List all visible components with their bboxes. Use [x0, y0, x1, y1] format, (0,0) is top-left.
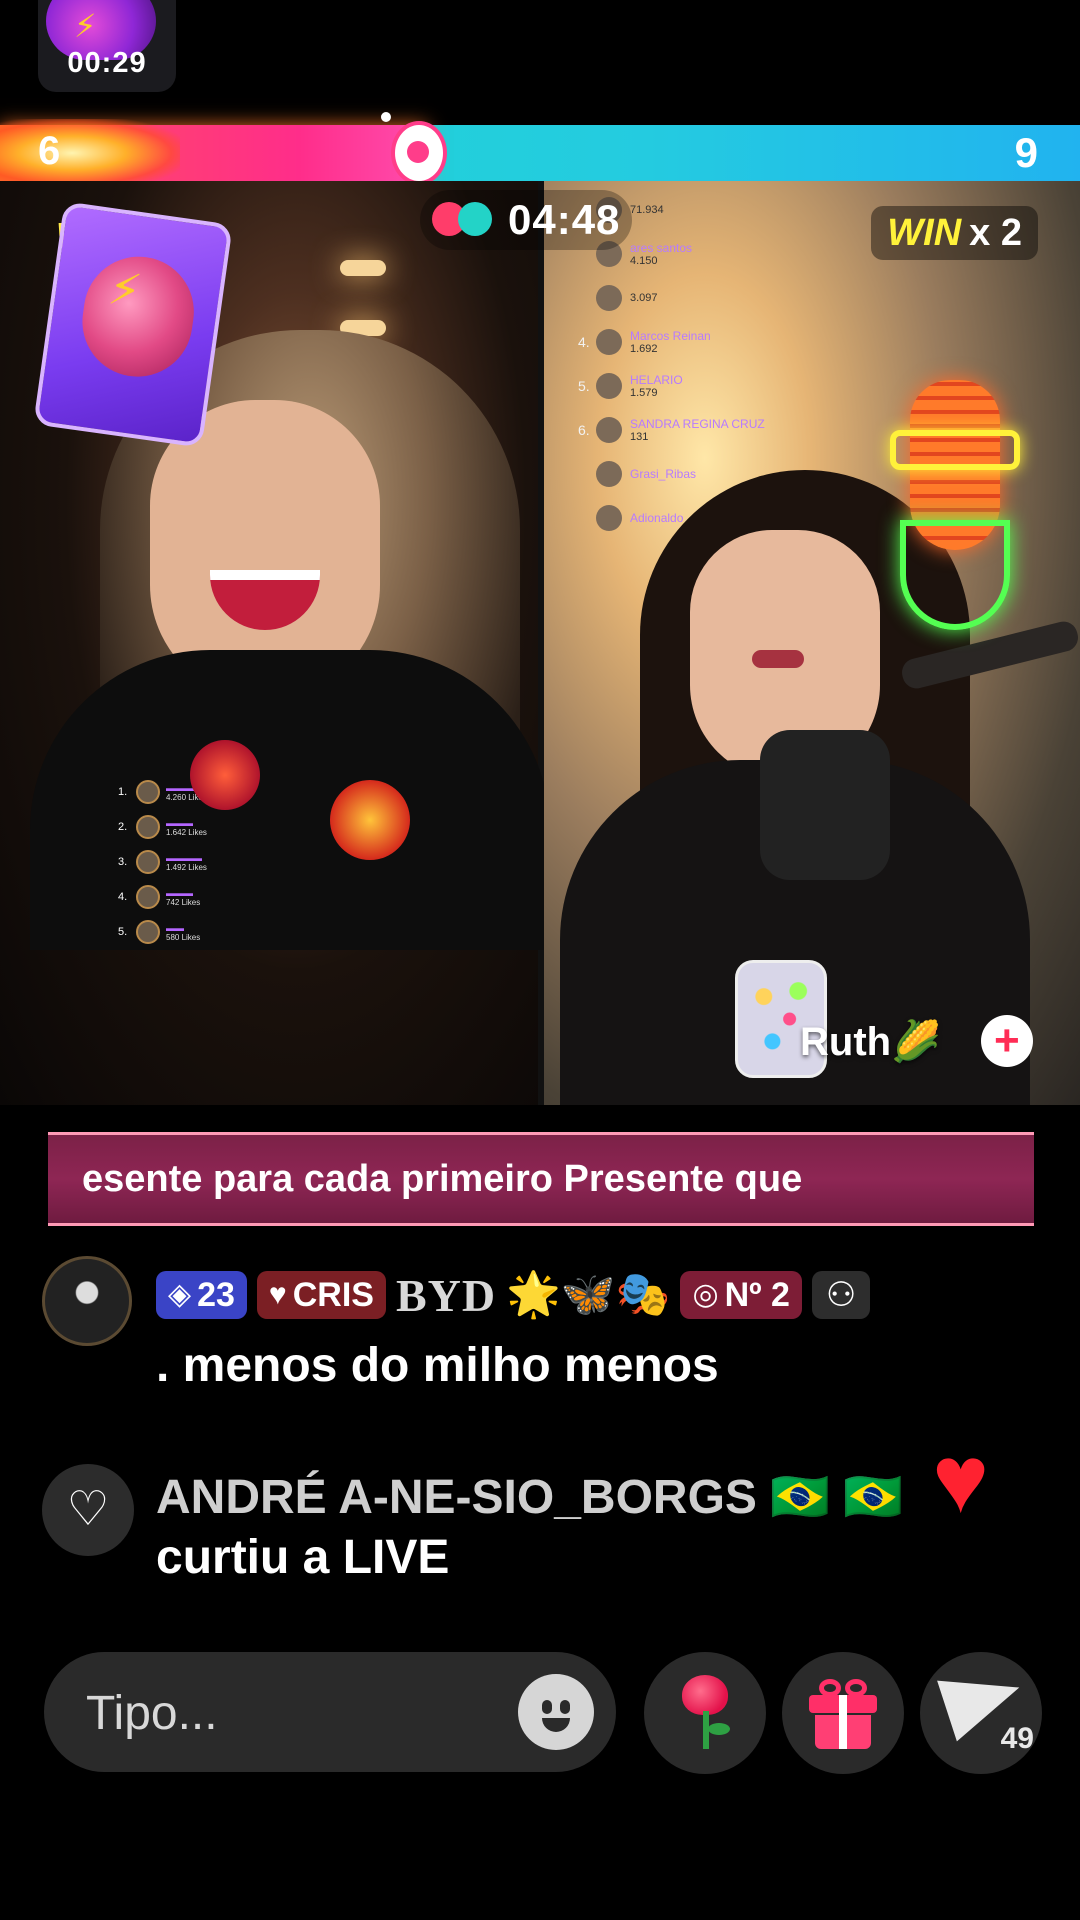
more-badges-icon[interactable]: ⚇ [811, 1271, 870, 1319]
banner-text: esente para cada primeiro Presente que [82, 1157, 803, 1200]
list-item: Adionaldo [578, 496, 848, 540]
like-action: curtiu a LIVE [156, 1531, 450, 1584]
gift-button[interactable] [782, 1652, 904, 1774]
host-tag-right[interactable]: Ruth🌽 + [800, 1010, 1033, 1072]
list-item: 4. Marcos Reinan 1.692 [578, 329, 711, 355]
heart-badge-icon: ♥ [268, 1278, 287, 1311]
comment-text: . menos do milho menos [156, 1339, 719, 1392]
floating-heart-icon: ♥ [932, 1426, 989, 1533]
emoji-group: 🌟🦋🎭 [506, 1270, 671, 1319]
list-item: 5. HELARIO 1.579 [578, 373, 683, 399]
gift-sticker [330, 780, 410, 860]
gift-sticker [190, 740, 260, 810]
rose-icon [670, 1673, 740, 1753]
win-streak-badge: WIN x 2 [871, 206, 1038, 260]
scrolling-banner[interactable]: esente para cada primeiro Presente que [48, 1132, 1034, 1226]
host-name[interactable]: Ruth🌽 [800, 1018, 941, 1065]
wall-lamp [340, 260, 386, 276]
diamond-icon: ◈ [168, 1278, 192, 1311]
comment-input[interactable]: Tipo... [44, 1652, 616, 1772]
booster-timer: 00:29 [67, 47, 147, 79]
lightning-icon: ⚡ [74, 8, 97, 44]
battle-bar-marker-icon [390, 121, 447, 185]
avatar [596, 285, 622, 311]
list-item: 6. SANDRA REGINA CRUZ 131 [578, 417, 765, 443]
smiley-icon [518, 1674, 594, 1750]
battle-time: 04:48 [508, 196, 621, 243]
neon-corn-sign [890, 370, 1020, 630]
fan-club-badge: ♥ CRIS [256, 1271, 386, 1319]
avatar [136, 850, 160, 874]
name-art: BYD [395, 1269, 497, 1321]
booster-chip[interactable]: ⚡ 00:29 [38, 0, 176, 92]
share-button[interactable]: 49 [920, 1652, 1042, 1774]
gift-icon [807, 1677, 879, 1749]
avatar [596, 373, 622, 399]
avatar [596, 329, 622, 355]
rank-badge: ◎ Nº 2 [680, 1271, 802, 1319]
avatar [136, 780, 160, 804]
avatar [136, 920, 160, 944]
level-badge: ◈ 23 [156, 1271, 247, 1319]
emoji-button[interactable] [518, 1674, 594, 1750]
flame-effect [0, 119, 180, 187]
medal-icon: ◎ [692, 1278, 719, 1311]
share-count: 49 [1000, 1722, 1034, 1755]
live-battle-screen: ⚡ 00:29 6 9 W ⚡ 1. ▬▬▬▬4.260 Likes 2. [0, 0, 1080, 1920]
avatar [596, 461, 622, 487]
list-item: 4. ▬▬▬ 742 Likes [118, 880, 298, 914]
score-left: 6 [38, 129, 61, 173]
boxing-gloves-icon [432, 198, 494, 242]
battle-timer: 04:48 [420, 190, 633, 250]
avatar [136, 815, 160, 839]
battle-score-bar: 6 9 [0, 112, 1080, 187]
follow-plus-icon[interactable]: + [980, 1015, 1033, 1067]
streamer-right-lips [752, 650, 804, 668]
heart-outline-icon: ♡ [42, 1464, 134, 1556]
comment-input-placeholder: Tipo... [86, 1687, 218, 1740]
score-right: 9 [1014, 129, 1038, 176]
microphone [760, 730, 890, 880]
user-badges: ◈ 23 ♥ CRIS BYD 🌟🦋🎭 ◎ Nº 2 ⚇ [156, 1269, 870, 1321]
rose-gift-button[interactable] [644, 1652, 766, 1774]
avatar[interactable] [42, 1256, 132, 1346]
avatar [596, 505, 622, 531]
list-item: 2. ▬▬▬ 1.642 Likes [118, 810, 298, 844]
booster-card[interactable]: ⚡ [33, 201, 233, 448]
list-item: 3.097 [578, 276, 848, 320]
like-user[interactable]: ANDRÉ A-NE-SIO_BORGS 🇧🇷 🇧🇷 [156, 1468, 903, 1525]
list-item: Grasi_Ribas [578, 452, 848, 496]
bar-indicator-dot [381, 112, 391, 122]
list-item: 3. ▬▬▬▬ 1.492 Likes [118, 845, 298, 879]
avatar [136, 885, 160, 909]
list-item: 5. ▬▬ 580 Likes [118, 915, 298, 949]
avatar [596, 417, 622, 443]
